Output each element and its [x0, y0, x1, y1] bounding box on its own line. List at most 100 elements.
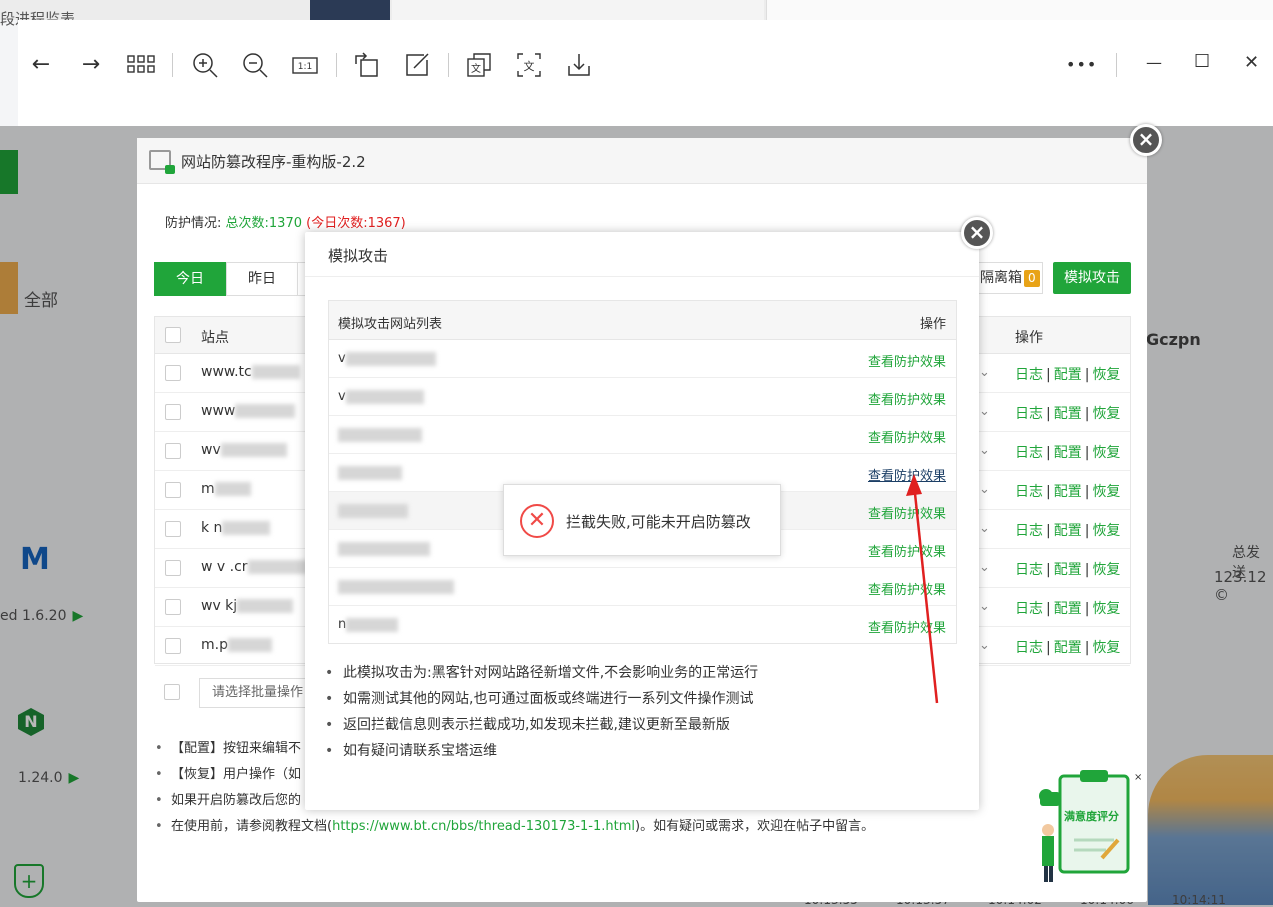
restore-link[interactable]: 恢复 — [1092, 406, 1120, 422]
restore-link[interactable]: 恢复 — [1092, 367, 1120, 383]
rotate-icon[interactable] — [352, 50, 382, 80]
zoom-out-icon[interactable] — [240, 50, 270, 80]
row-checkbox[interactable] — [165, 443, 181, 459]
forward-icon[interactable]: → — [76, 50, 106, 80]
view-protection-link[interactable]: 查看防护效果 — [868, 351, 946, 370]
toolbar-divider — [172, 53, 173, 77]
table-row: 查看防护效果 — [329, 568, 956, 606]
log-link[interactable]: 日志 — [1015, 484, 1043, 500]
close-inner-dialog-icon[interactable]: × — [961, 217, 993, 249]
restore-link[interactable]: 恢复 — [1092, 484, 1120, 500]
restore-link[interactable]: 恢复 — [1092, 445, 1120, 461]
stats-total: 总次数:1370 — [225, 216, 302, 231]
thumbnail[interactable] — [310, 0, 390, 20]
close-window-icon[interactable]: ✕ — [1244, 52, 1259, 73]
svg-text:文: 文 — [471, 62, 481, 75]
chevron-down-icon[interactable]: ⌄ — [979, 521, 990, 536]
save-icon[interactable] — [564, 50, 594, 80]
back-icon[interactable]: ← — [26, 50, 56, 80]
maximize-icon[interactable]: ☐ — [1194, 51, 1210, 72]
site-name-text: wv kj — [201, 598, 238, 614]
toolbar-divider — [1116, 53, 1117, 77]
redacted-blur — [235, 404, 296, 418]
row-checkbox[interactable] — [165, 482, 181, 498]
row-checkbox[interactable] — [165, 521, 181, 537]
row-checkbox[interactable] — [165, 599, 181, 615]
edit-icon[interactable] — [402, 50, 432, 80]
config-link[interactable]: 配置 — [1054, 562, 1082, 578]
config-link[interactable]: 配置 — [1054, 445, 1082, 461]
table-row: 查看防护效果 — [329, 416, 956, 454]
tab-yesterday[interactable]: 昨日 — [226, 262, 298, 296]
row-actions: 日志 | 配置 | 恢复 — [1015, 403, 1120, 423]
chevron-down-icon[interactable]: ⌄ — [979, 638, 990, 653]
log-link[interactable]: 日志 — [1015, 562, 1043, 578]
close-outer-dialog-icon[interactable]: × — [1130, 124, 1162, 156]
row-checkbox[interactable] — [165, 404, 181, 420]
row-actions: 日志 | 配置 | 恢复 — [1015, 442, 1120, 462]
separator: | — [1046, 484, 1051, 500]
thumbnail[interactable] — [766, 0, 1273, 20]
config-link[interactable]: 配置 — [1054, 601, 1082, 617]
actual-size-icon[interactable]: 1:1 — [290, 50, 320, 80]
log-link[interactable]: 日志 — [1015, 601, 1043, 617]
restore-link[interactable]: 恢复 — [1092, 523, 1120, 539]
separator: | — [1046, 601, 1051, 617]
chevron-down-icon[interactable]: ⌄ — [979, 599, 990, 614]
row-checkbox[interactable] — [165, 638, 181, 654]
config-link[interactable]: 配置 — [1054, 640, 1082, 656]
row-checkbox[interactable] — [165, 365, 181, 381]
row-actions: 日志 | 配置 | 恢复 — [1015, 520, 1120, 540]
row-actions: 日志 | 配置 | 恢复 — [1015, 637, 1120, 657]
batch-checkbox[interactable] — [164, 684, 180, 700]
select-all-checkbox[interactable] — [165, 327, 181, 343]
separator: | — [1046, 445, 1051, 461]
site-name — [338, 541, 430, 556]
more-options-icon[interactable]: ••• — [1066, 55, 1097, 74]
restore-link[interactable]: 恢复 — [1092, 562, 1120, 578]
toast-message: 拦截失败,可能未开启防篡改 — [566, 513, 751, 531]
log-link[interactable]: 日志 — [1015, 640, 1043, 656]
log-link[interactable]: 日志 — [1015, 523, 1043, 539]
tab-today[interactable]: 今日 — [154, 262, 226, 296]
log-link[interactable]: 日志 — [1015, 406, 1043, 422]
note-item: 在使用前，请参阅教程文档(https://www.bt.cn/bbs/threa… — [151, 814, 874, 840]
view-protection-link[interactable]: 查看防护效果 — [868, 389, 946, 408]
chevron-down-icon[interactable]: ⌄ — [979, 404, 990, 419]
redacted-blur — [338, 427, 422, 442]
chevron-down-icon[interactable]: ⌄ — [979, 443, 990, 458]
chevron-down-icon[interactable]: ⌄ — [979, 365, 990, 380]
thumbnail[interactable] — [392, 0, 764, 20]
zoom-in-icon[interactable] — [190, 50, 220, 80]
batch-action-select[interactable]: 请选择批量操作 — [199, 678, 319, 708]
site-name: v — [338, 389, 424, 404]
tutorial-link[interactable]: https://www.bt.cn/bbs/thread-130173-1-1.… — [332, 819, 635, 834]
restore-link[interactable]: 恢复 — [1092, 601, 1120, 617]
site-name: m — [201, 481, 251, 497]
config-link[interactable]: 配置 — [1054, 406, 1082, 422]
app-lock-icon — [149, 150, 175, 174]
translate-icon[interactable]: 文 — [464, 50, 494, 80]
site-name: wv — [201, 442, 287, 458]
config-link[interactable]: 配置 — [1054, 367, 1082, 383]
extract-text-icon[interactable]: 文 — [514, 50, 544, 80]
row-actions: 日志 | 配置 | 恢复 — [1015, 481, 1120, 501]
restore-link[interactable]: 恢复 — [1092, 640, 1120, 656]
chevron-down-icon[interactable]: ⌄ — [979, 560, 990, 575]
view-protection-link[interactable]: 查看防护效果 — [868, 427, 946, 446]
grid-icon[interactable] — [126, 50, 156, 80]
table-header: 模拟攻击网站列表 操作 — [329, 301, 956, 340]
separator: | — [1084, 601, 1090, 617]
config-link[interactable]: 配置 — [1054, 484, 1082, 500]
config-link[interactable]: 配置 — [1054, 523, 1082, 539]
image-viewer-toolbar: ← → 1:1 文 文 ••• — ☐ ✕ — [18, 20, 1273, 126]
log-link[interactable]: 日志 — [1015, 367, 1043, 383]
chevron-down-icon[interactable]: ⌄ — [979, 482, 990, 497]
site-name: wv kj — [201, 598, 294, 614]
minimize-icon[interactable]: — — [1146, 53, 1162, 72]
quarantine-button[interactable]: 隔离箱 0 — [973, 262, 1043, 294]
row-checkbox[interactable] — [165, 560, 181, 576]
simulate-attack-button[interactable]: 模拟攻击 — [1053, 262, 1131, 294]
log-link[interactable]: 日志 — [1015, 445, 1043, 461]
satisfaction-widget[interactable]: × 满意度评分 — [1036, 770, 1142, 882]
